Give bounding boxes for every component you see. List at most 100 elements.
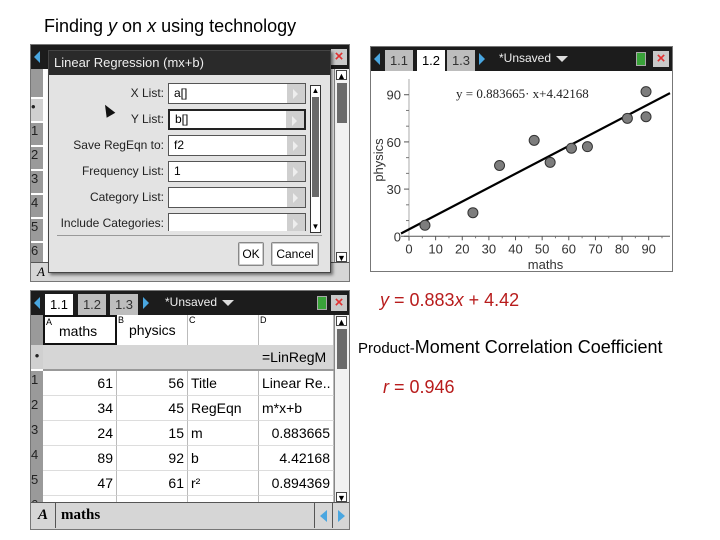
- include-categories-field[interactable]: [168, 213, 306, 231]
- table-cell[interactable]: 24: [43, 421, 117, 446]
- document-name-menu[interactable]: *Unsaved: [165, 295, 235, 309]
- scroll-down-icon[interactable]: ▼: [311, 222, 320, 232]
- table-cell[interactable]: 45: [117, 396, 188, 421]
- formula-cell-d[interactable]: =LinRegM: [259, 345, 334, 369]
- table-cell[interactable]: 56: [117, 371, 188, 396]
- prev-tab-arrow-icon[interactable]: [34, 51, 40, 63]
- y-tick-label: 30: [387, 182, 401, 197]
- row-header: 3: [31, 171, 43, 193]
- x-list-field[interactable]: a[]: [168, 83, 306, 104]
- table-cell[interactable]: 61: [117, 471, 188, 496]
- title-text: on: [117, 16, 148, 36]
- table-cell[interactable]: m: [188, 421, 259, 446]
- table-cell[interactable]: m*x+b: [259, 396, 334, 421]
- frequency-list-field[interactable]: 1: [168, 161, 306, 182]
- table-cell[interactable]: RegEqn: [188, 396, 259, 421]
- r-value: = 0.946: [389, 377, 455, 397]
- column-letter: D: [260, 315, 267, 325]
- tab-1-3[interactable]: 1.3: [447, 50, 475, 71]
- next-tab-arrow-icon[interactable]: [479, 53, 485, 65]
- category-list-row: Category List:: [49, 187, 319, 209]
- ok-button[interactable]: OK: [238, 242, 264, 266]
- scroll-down-icon[interactable]: ▼: [336, 252, 347, 263]
- spreadsheet-grid: A maths B physics C D • =LinRegM 1 61 56 Ti…: [31, 315, 335, 521]
- table-cell[interactable]: 89: [43, 446, 117, 471]
- nav-left-icon[interactable]: [320, 510, 327, 522]
- prev-tab-arrow-icon[interactable]: [374, 53, 380, 65]
- table-cell[interactable]: 0.894369: [259, 471, 334, 496]
- dropdown-arrow-icon[interactable]: [287, 214, 305, 231]
- table-cell[interactable]: 92: [117, 446, 188, 471]
- data-point: [467, 207, 479, 219]
- dropdown-arrow-icon[interactable]: [287, 84, 305, 103]
- column-header-c[interactable]: C: [188, 315, 259, 345]
- table-cell[interactable]: 15: [117, 421, 188, 446]
- include-categories-label: Include Categories:: [60, 216, 164, 230]
- x-tick-label: 40: [508, 241, 522, 256]
- tab-1-3[interactable]: 1.3: [110, 294, 138, 315]
- eq-text: = 0.883: [389, 290, 455, 310]
- linear-regression-dialog: Linear Regression (mx+b) X List: a[] Y L…: [48, 50, 331, 273]
- table-cell[interactable]: 0.883665: [259, 421, 334, 446]
- dropdown-arrow-icon[interactable]: [287, 162, 305, 181]
- row-header: 5: [31, 471, 43, 496]
- x-tick-label: 10: [428, 241, 442, 256]
- y-list-field[interactable]: b[]: [168, 109, 306, 130]
- graph-area[interactable]: 0 10 20 30 40 50 60 70 80 90 0 30 60 90 maths physics y…: [371, 71, 672, 271]
- x-tick-label: 30: [482, 241, 496, 256]
- column-header-a[interactable]: A maths: [43, 315, 117, 345]
- dropdown-arrow-icon[interactable]: [287, 136, 305, 155]
- scroll-up-icon[interactable]: ▲: [336, 70, 347, 81]
- prev-tab-arrow-icon[interactable]: [34, 297, 40, 309]
- table-cell[interactable]: Title: [188, 371, 259, 396]
- scroll-down-icon[interactable]: ▼: [336, 492, 347, 503]
- dropdown-arrow-icon[interactable]: [287, 188, 305, 207]
- category-list-field[interactable]: [168, 187, 306, 208]
- y-list-row: Y List: b[]: [49, 109, 319, 131]
- save-regeqn-field[interactable]: f2: [168, 135, 306, 156]
- tab-1-1[interactable]: 1.1: [385, 50, 413, 71]
- background-scrollbar[interactable]: ▲ ▼: [334, 69, 349, 263]
- tab-1-2[interactable]: 1.2: [78, 294, 106, 315]
- nav-right-icon[interactable]: [338, 510, 345, 522]
- scroll-thumb[interactable]: [312, 97, 319, 197]
- cancel-button[interactable]: Cancel: [271, 242, 319, 266]
- x-list-value: a[]: [174, 86, 188, 100]
- row-header: 4: [31, 195, 43, 217]
- table-cell[interactable]: 61: [43, 371, 117, 396]
- table-cell[interactable]: 47: [43, 471, 117, 496]
- spreadsheet-scrollbar[interactable]: ▲ ▼: [334, 315, 349, 503]
- table-cell[interactable]: r²: [188, 471, 259, 496]
- close-icon[interactable]: ×: [653, 51, 669, 67]
- next-tab-arrow-icon[interactable]: [143, 297, 149, 309]
- title-var-x: x: [147, 16, 157, 36]
- tab-1-2[interactable]: 1.2: [417, 50, 445, 71]
- close-icon[interactable]: ×: [331, 295, 347, 311]
- table-cell[interactable]: Linear Re..: [259, 371, 334, 396]
- table-cell[interactable]: 34: [43, 396, 117, 421]
- title-text: Finding: [44, 16, 109, 36]
- eq-var-x: x: [454, 290, 464, 310]
- row-header: 2: [31, 147, 43, 169]
- column-header-b[interactable]: B physics: [117, 315, 188, 345]
- scatter-plot[interactable]: 0 10 20 30 40 50 60 70 80 90 0 30 60 90 maths physics y…: [371, 71, 672, 271]
- data-point: [640, 111, 652, 123]
- document-name-menu[interactable]: *Unsaved: [499, 51, 569, 65]
- scroll-up-icon[interactable]: ▲: [336, 316, 347, 327]
- scroll-up-icon[interactable]: ▲: [311, 86, 320, 96]
- scroll-thumb[interactable]: [337, 329, 347, 369]
- scroll-thumb[interactable]: [337, 83, 347, 123]
- tab-1-1[interactable]: 1.1: [45, 294, 73, 315]
- table-cell[interactable]: b: [188, 446, 259, 471]
- table-cell[interactable]: 4.42168: [259, 446, 334, 471]
- spreadsheet-window: 1.1 1.2 1.3 *Unsaved × A maths B physics…: [30, 290, 350, 530]
- dialog-divider: [57, 235, 322, 236]
- document-name: *Unsaved: [499, 51, 552, 65]
- close-icon[interactable]: ×: [331, 49, 347, 65]
- column-header-d[interactable]: D: [259, 315, 334, 345]
- correlation-result: r = 0.946: [383, 377, 455, 398]
- regression-equation-result: y = 0.883x + 4.42: [380, 290, 519, 311]
- dropdown-arrow-icon[interactable]: [286, 111, 304, 128]
- dialog-scrollbar[interactable]: ▲ ▼: [310, 85, 321, 233]
- data-point: [494, 160, 506, 172]
